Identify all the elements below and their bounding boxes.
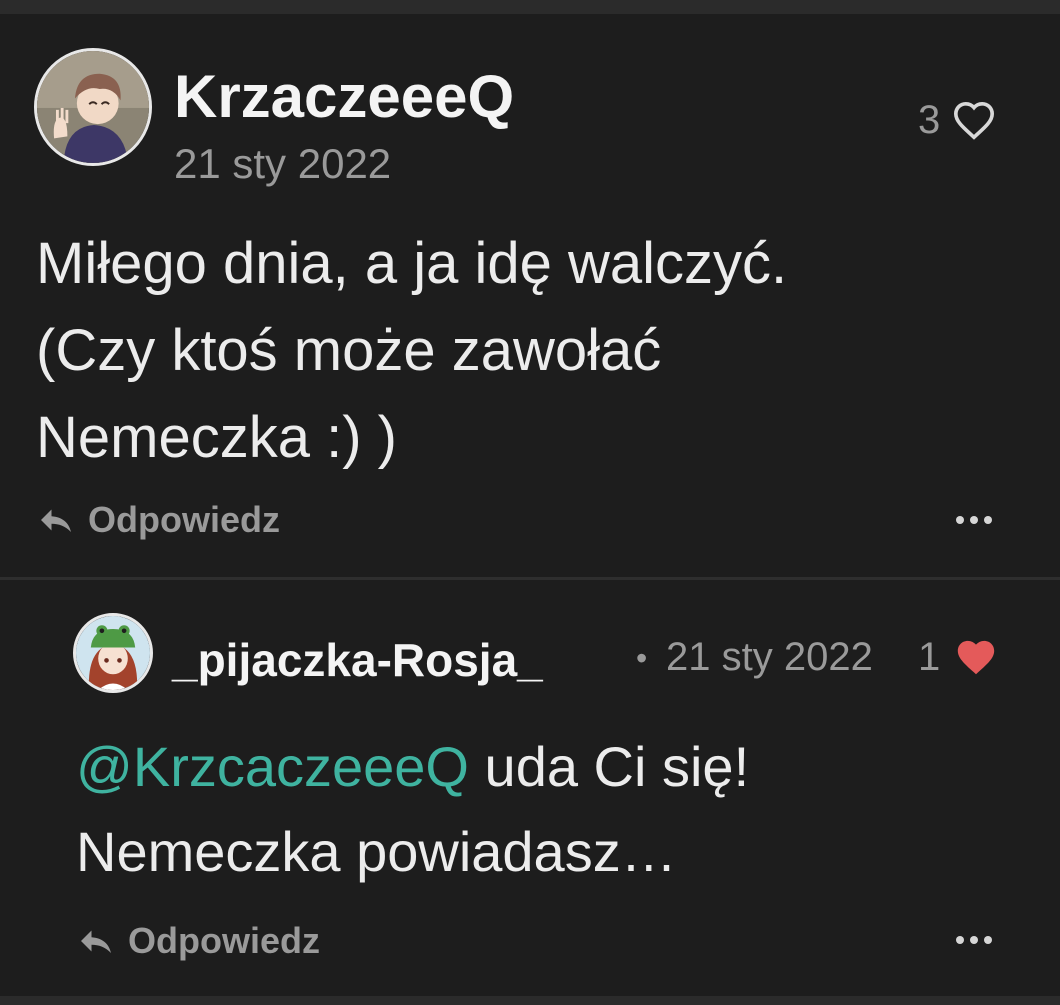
like-count: 1 (918, 634, 941, 679)
reply-text-line: Nemeczka powiadasz… (76, 820, 677, 883)
comment-text-line: Nemeczka :) ) (36, 405, 397, 470)
like-button[interactable]: 1 (918, 634, 998, 680)
dot (956, 516, 964, 524)
reply-text: uda Ci się! (468, 735, 750, 798)
like-button[interactable]: 3 (918, 96, 996, 144)
reply-button[interactable]: Odpowiedz (78, 919, 320, 963)
user-mention[interactable]: @KrzcaczeeeQ (76, 735, 469, 798)
reply-comment: _pijaczka-Rosja_ • 21 sty 2022 1 @Krzcac… (0, 580, 1060, 996)
reply-arrow-icon (81, 930, 111, 953)
comment-date: 21 sty 2022 (666, 635, 873, 679)
reply-label: Odpowiedz (128, 920, 320, 961)
heart-icon (958, 640, 995, 675)
comment: KrzaczeeeQ 21 sty 2022 3 Miłego dnia, a … (0, 14, 1060, 577)
username[interactable]: KrzaczeeeQ (174, 62, 514, 132)
reply-text-line: @KrzcaczeeeQ uda Ci się! (76, 733, 749, 801)
heart-icon (954, 101, 995, 140)
dot (984, 516, 992, 524)
more-options-icon[interactable] (956, 934, 992, 946)
reply-label: Odpowiedz (88, 499, 280, 540)
comment-date: 21 sty 2022 (174, 140, 392, 187)
like-count: 3 (918, 97, 941, 142)
bottom-edge (0, 996, 1060, 1005)
avatar[interactable] (73, 613, 153, 693)
comment-text-line: Miłego dnia, a ja idę walczyć. (36, 231, 788, 296)
dot (956, 936, 964, 944)
dot (984, 936, 992, 944)
reply-arrow-icon (41, 509, 71, 532)
dot (970, 936, 978, 944)
top-edge (0, 0, 1060, 14)
reply-button[interactable]: Odpowiedz (38, 498, 280, 542)
avatar[interactable] (34, 48, 152, 166)
username[interactable]: _pijaczka-Rosja_ (172, 632, 543, 688)
more-options-icon[interactable] (956, 514, 992, 526)
date-separator: • (636, 640, 648, 676)
comment-text-line: (Czy ktoś może zawołać (36, 318, 662, 383)
dot (970, 516, 978, 524)
avatar-image (76, 616, 150, 690)
avatar-image (37, 51, 149, 163)
